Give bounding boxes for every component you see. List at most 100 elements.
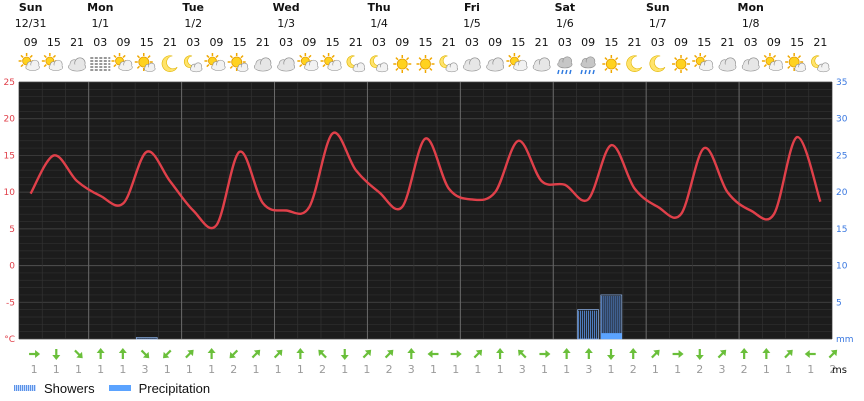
hour-label: 09 [24, 36, 38, 49]
precipitation-tick: 30 [836, 115, 848, 125]
wind-speed: 1 [31, 363, 38, 376]
wind-arrow-icon [629, 348, 638, 359]
wind-speed: 2 [386, 363, 393, 376]
hour-label: 15 [140, 36, 154, 49]
day-date: 1/2 [184, 17, 202, 30]
wind-arrow-icon [118, 348, 127, 359]
wind-speed: 3 [142, 363, 149, 376]
hour-label: 15 [511, 36, 525, 49]
wind-speed: 2 [230, 363, 237, 376]
partly-cloudy-icon [297, 53, 319, 71]
wind-speed: 1 [541, 363, 548, 376]
precipitation-tick: 15 [836, 225, 847, 235]
wind-speed: 1 [275, 363, 282, 376]
wind-arrow-icon [651, 349, 660, 359]
hour-label: 09 [209, 36, 223, 49]
day-name: Tue [182, 1, 204, 14]
temperature-tick: 20 [4, 115, 16, 125]
day-header: Sun 12/31 Mon 1/1 Tue 1/2 Wed 1/3 Thu 1/4 Fri 1/5 Sa… [15, 1, 764, 30]
wind-arrow-icon [518, 349, 527, 359]
day-date: 1/8 [742, 17, 760, 30]
wind-arrow-icon [74, 349, 83, 359]
cloudy-icon [741, 57, 760, 72]
partly-cloudy-icon [41, 53, 63, 71]
hour-label: 21 [70, 36, 84, 49]
partly-sunny-icon [227, 53, 249, 72]
hour-label: 03 [372, 36, 386, 49]
cloudy-icon [718, 57, 737, 72]
wind-unit: ms [832, 365, 847, 376]
wind-speed: 1 [652, 363, 659, 376]
rain-cloud-icon [580, 56, 596, 75]
temperature-tick: 15 [4, 151, 15, 161]
fog-icon [90, 57, 111, 71]
wind-speed: 1 [75, 363, 82, 376]
wind-speed: 1 [497, 363, 504, 376]
wind-speed: 2 [630, 363, 637, 376]
partly-sunny-icon [134, 53, 156, 72]
wind-speed: 2 [696, 363, 703, 376]
wind-speed: 3 [585, 363, 592, 376]
day-date: 1/3 [277, 17, 295, 30]
cloudy-icon [486, 57, 505, 72]
hour-label: 09 [488, 36, 502, 49]
wind-arrow-icon [229, 349, 239, 359]
wind-arrow-icon [762, 348, 771, 359]
sun-icon [602, 55, 621, 73]
wind-speed: 1 [164, 363, 171, 376]
wind-speed: 1 [363, 363, 370, 376]
hour-label: 09 [117, 36, 131, 49]
hour-label: 21 [349, 36, 363, 49]
precipitation-swatch [108, 385, 131, 391]
day-date: 1/5 [463, 17, 481, 30]
wind-speed: 1 [785, 363, 792, 376]
wind-speed: 1 [674, 363, 681, 376]
sun-icon [393, 55, 412, 73]
day-name: Sun [19, 1, 43, 14]
cloudy-icon [254, 57, 272, 72]
legend-precipitation-label: Precipitation [138, 380, 211, 396]
wind-arrow-icon [162, 349, 172, 359]
wind-speed: 1 [53, 363, 60, 376]
temperature-tick: 25 [4, 78, 15, 88]
hour-label: 21 [720, 36, 734, 49]
wind-arrow-icon [52, 349, 61, 360]
hour-label: 03 [279, 36, 293, 49]
wind-arrow-icon [539, 350, 551, 358]
day-name: Sat [555, 1, 576, 14]
wind-arrow-icon [296, 348, 305, 359]
temperature-unit: °C [4, 335, 15, 345]
hour-label: 03 [744, 36, 758, 49]
day-date: 12/31 [15, 17, 47, 30]
wind-arrow-icon [185, 349, 194, 359]
legend-showers: Showers [14, 381, 95, 396]
wind-arrow-icon [784, 349, 793, 359]
partly-cloudy-icon [111, 53, 133, 71]
wind-arrow-icon [450, 350, 462, 358]
wind-speed: 1 [430, 363, 437, 376]
partly-cloudy-icon [506, 53, 528, 71]
moon-icon [161, 55, 178, 72]
wind-arrow-icon [804, 350, 816, 358]
wind-arrow-icon [273, 349, 283, 359]
wind-speed: 1 [252, 363, 259, 376]
rain-cloud-icon [557, 56, 573, 75]
plot-area: 25 20 15 10 5 0 -5 °C 35 30 25 20 15 10 5 mm [4, 78, 854, 345]
partly-cloudy-icon [204, 53, 226, 71]
showers-swatch [14, 385, 36, 391]
wind-arrow-icon [562, 348, 571, 359]
hour-label: 15 [47, 36, 61, 49]
sun-icon [672, 55, 691, 73]
cloudy-icon [68, 57, 86, 72]
moon-cloudy-icon [183, 55, 203, 73]
wind-speed: 3 [718, 363, 725, 376]
hour-labels: 09 15 21 03 09 15 21 03 09 15 21 03 09 15 21 03 09 15 21 03… [24, 36, 828, 49]
sun-icon [416, 55, 435, 73]
hour-label: 21 [628, 36, 642, 49]
moon-cloudy-icon [346, 55, 365, 73]
wind-arrow-icon [427, 350, 439, 358]
wind-arrow-icon [584, 348, 593, 359]
precipitation-unit: mm [836, 335, 854, 345]
wind-speed: 1 [297, 363, 304, 376]
wind-speed: 2 [319, 363, 326, 376]
